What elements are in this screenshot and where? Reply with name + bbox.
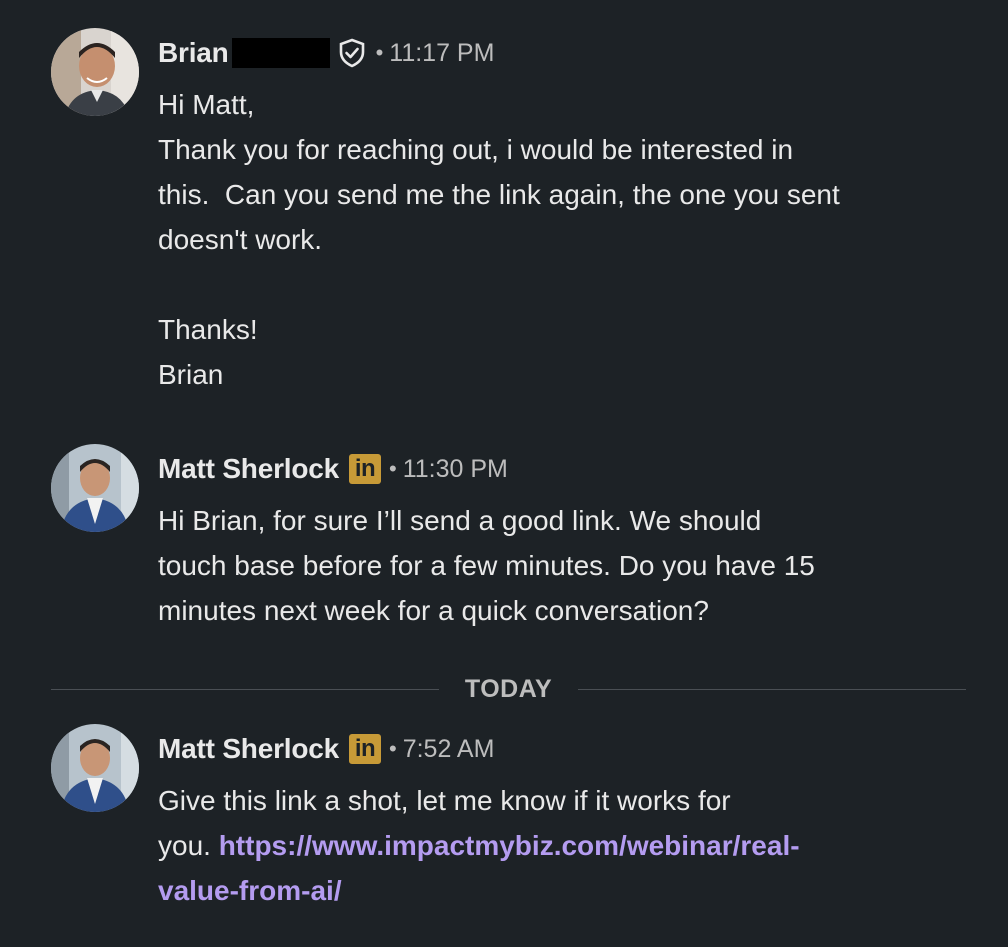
message-header: Matt Sherlock in • 11:30 PM	[158, 452, 815, 486]
sender-name[interactable]: Brian	[158, 37, 229, 69]
profile-photo-icon	[51, 28, 139, 116]
linkedin-premium-icon: in	[349, 734, 381, 764]
profile-photo-icon	[51, 444, 139, 532]
avatar-brian[interactable]	[51, 28, 139, 116]
message-timestamp: 7:52 AM	[402, 734, 495, 763]
message-header: Matt Sherlock in • 7:52 AM	[158, 732, 800, 766]
divider-label: TODAY	[464, 674, 553, 703]
message-header: Brian • 11:17 PM	[158, 36, 840, 70]
avatar-matt-sherlock[interactable]	[51, 724, 139, 812]
separator-dot: •	[375, 40, 384, 65]
message-timestamp: 11:30 PM	[402, 454, 508, 483]
message-content: Matt Sherlock in • 11:30 PM Hi Brian, fo…	[158, 444, 815, 633]
message-item: Matt Sherlock in • 11:30 PM Hi Brian, fo…	[0, 444, 815, 633]
verified-shield-icon	[336, 37, 368, 69]
divider-line	[578, 688, 967, 690]
message-timestamp: 11:17 PM	[389, 38, 495, 67]
date-divider: TODAY	[51, 672, 967, 706]
divider-line	[51, 688, 439, 690]
profile-photo-icon	[51, 724, 139, 812]
message-link[interactable]: https://www.impactmybiz.com/webinar/real…	[158, 830, 800, 906]
message-item: Brian • 11:17 PM Hi Matt, Thank you for …	[0, 28, 840, 397]
message-thread: Brian • 11:17 PM Hi Matt, Thank you for …	[0, 0, 1008, 947]
message-item: Matt Sherlock in • 7:52 AM Give this lin…	[0, 724, 800, 913]
message-content: Brian • 11:17 PM Hi Matt, Thank you for …	[158, 28, 840, 397]
message-body: Hi Matt, Thank you for reaching out, i w…	[158, 89, 840, 390]
sender-name[interactable]: Matt Sherlock	[158, 453, 339, 485]
linkedin-premium-icon: in	[349, 454, 381, 484]
sender-name[interactable]: Matt Sherlock	[158, 733, 339, 765]
separator-dot: •	[389, 456, 397, 481]
message-content: Matt Sherlock in • 7:52 AM Give this lin…	[158, 724, 800, 913]
message-body: Hi Brian, for sure I’ll send a good link…	[158, 505, 815, 626]
avatar-matt-sherlock[interactable]	[51, 444, 139, 532]
message-body: Give this link a shot, let me know if it…	[158, 778, 800, 913]
redaction-block	[231, 38, 330, 68]
separator-dot: •	[389, 736, 397, 761]
